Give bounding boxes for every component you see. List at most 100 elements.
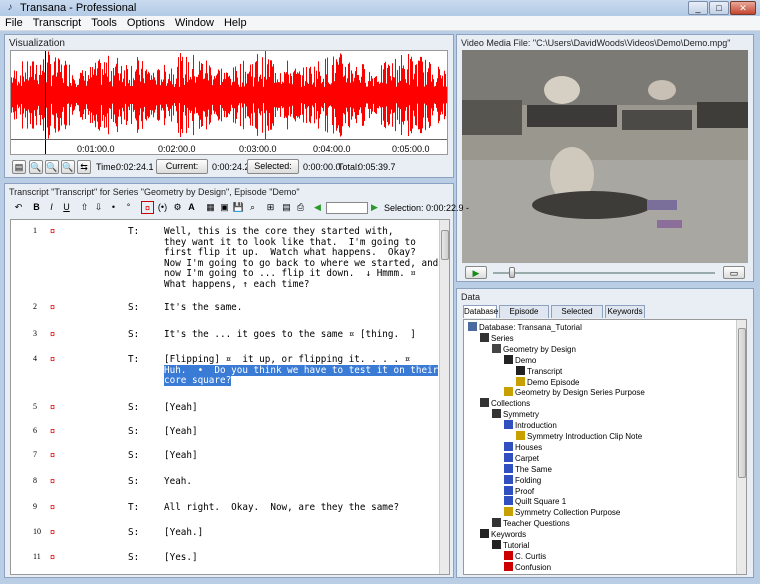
underline-button[interactable]: U	[60, 201, 73, 214]
tree-item[interactable]: Database: Transana_Tutorial	[468, 322, 582, 333]
tree-item[interactable]: Symmetry Collection Purpose	[504, 507, 620, 518]
menu-help[interactable]: Help	[219, 17, 252, 29]
tree-item[interactable]: Symmetry Introduction Clip Note	[516, 431, 642, 442]
menu-file[interactable]: File	[0, 17, 28, 29]
transcript-text-area[interactable]: 1 ¤ T: Well, this is the core they started …	[10, 219, 450, 575]
timecode-marker-icon[interactable]: ¤	[50, 302, 55, 312]
tree-item[interactable]: Keywords	[480, 529, 526, 540]
tree-item-label: Introduction	[515, 421, 557, 431]
tree-item[interactable]: Transcript	[516, 365, 562, 377]
tree-item[interactable]: Teacher Questions	[492, 518, 570, 529]
italic-button[interactable]: I	[45, 201, 58, 214]
play-button[interactable]: ▶	[465, 266, 487, 279]
timecode-marker-icon[interactable]: ¤	[50, 502, 55, 512]
maximize-button[interactable]: □	[709, 1, 729, 15]
tab-selected-items[interactable]: Selected Items	[551, 305, 603, 328]
tree-item[interactable]: Folding	[504, 474, 541, 486]
current-button[interactable]: Current:	[156, 159, 208, 174]
tree-item[interactable]: Quilt Square 1	[504, 496, 566, 507]
zoom-100-icon[interactable]: 🔍	[61, 160, 75, 174]
video-scrubber-handle[interactable]	[509, 267, 515, 278]
transcript-scrollbar[interactable]	[439, 220, 449, 574]
split-icon[interactable]: ▤	[280, 201, 293, 214]
snapshot-icon[interactable]: ⇆	[77, 160, 91, 174]
menu-options[interactable]: Options	[122, 17, 170, 29]
selected-button[interactable]: Selected:	[247, 159, 299, 174]
search-input[interactable]	[326, 202, 368, 214]
line-number: 3	[33, 329, 37, 338]
video-scrubber-track[interactable]	[493, 272, 715, 274]
undo-icon[interactable]: ↶	[12, 201, 25, 214]
selection-readout: Selection: 0:00:22.9 -	[384, 203, 470, 213]
database-icon	[468, 322, 477, 331]
timecode-icon[interactable]: ¤	[141, 201, 154, 214]
tree-item-label: C. Curtis	[515, 551, 547, 561]
tree-item[interactable]: Demo	[504, 354, 536, 366]
zoom-in-icon[interactable]: 🔍	[29, 160, 43, 174]
tree-item[interactable]: Tutorial	[492, 540, 529, 551]
tree-item-label: Database: Transana_Tutorial	[479, 323, 582, 332]
tree-scroll-thumb[interactable]	[738, 328, 746, 478]
waveform-area[interactable]: 0:01:00.0 0:02:00.0 0:03:00.0 0:04:00.0 …	[10, 50, 448, 155]
tree-item[interactable]: Series	[480, 332, 514, 344]
timecode-marker-icon[interactable]: ¤	[50, 552, 55, 562]
zoom-out-icon[interactable]: 🔍	[45, 160, 59, 174]
minimize-button[interactable]: _	[688, 1, 708, 15]
search-back-icon[interactable]: ◀	[311, 201, 324, 214]
tree-item[interactable]: Geometry by Design Series Purpose	[504, 387, 645, 398]
database-tree[interactable]: Database: Transana_Tutorial Series Geometr…	[463, 319, 747, 575]
timecode-marker-icon[interactable]: ¤	[50, 354, 55, 364]
video-frame[interactable]	[462, 50, 748, 263]
tree-item[interactable]: Carpet	[504, 452, 539, 464]
falling-intonation-icon[interactable]: ⇩	[92, 201, 105, 214]
image-icon[interactable]: ▣	[218, 201, 231, 214]
waveform[interactable]	[11, 51, 448, 139]
tree-item[interactable]: C. Curtis	[504, 550, 547, 562]
timecode-marker-icon[interactable]: ¤	[50, 226, 55, 236]
transcript-text: Yeah.	[164, 476, 192, 487]
tree-scrollbar[interactable]	[736, 320, 746, 574]
properties-icon[interactable]: ⊞	[264, 201, 277, 214]
timecode-marker-icon[interactable]: ¤	[50, 426, 55, 436]
tree-item[interactable]: Proof	[504, 485, 534, 497]
tree-item[interactable]: Symmetry	[492, 409, 539, 420]
search-forward-icon[interactable]: ▶	[368, 201, 381, 214]
tree-item[interactable]: Collections	[480, 398, 530, 409]
timecode-marker-icon[interactable]: ¤	[50, 450, 55, 460]
tree-item[interactable]: The Same	[504, 463, 552, 475]
menu-window[interactable]: Window	[170, 17, 219, 29]
transcript-scroll-thumb[interactable]	[441, 230, 449, 260]
tree-item[interactable]: Demo Episode	[516, 376, 579, 388]
close-button[interactable]: ✕	[730, 1, 756, 15]
tree-item[interactable]: Houses	[504, 441, 542, 453]
whisper-icon[interactable]: °	[122, 201, 135, 214]
tab-keywords[interactable]: Keywords	[605, 305, 645, 318]
menu-tools[interactable]: Tools	[86, 17, 122, 29]
note-icon	[504, 387, 513, 397]
pause-icon[interactable]: (•)	[156, 201, 169, 214]
font-icon[interactable]: A	[185, 201, 198, 214]
bold-button[interactable]: B	[30, 201, 43, 214]
timecode-marker-icon[interactable]: ¤	[50, 476, 55, 486]
video-size-button[interactable]: ▭	[723, 266, 745, 279]
tree-item[interactable]: Geometry by Design	[492, 343, 576, 355]
print-icon[interactable]: ⎙	[294, 201, 307, 214]
timecode-marker-icon[interactable]: ¤	[50, 402, 55, 412]
tree-item[interactable]: Confusion	[504, 561, 551, 573]
note-icon	[516, 431, 525, 440]
timecode-marker-icon[interactable]: ¤	[50, 527, 55, 537]
menu-transcript[interactable]: Transcript	[28, 17, 87, 29]
transcript-panel: Transcript "Transcript" for Series "Geom…	[4, 183, 469, 578]
in-breath-icon[interactable]: •	[107, 201, 120, 214]
tab-database[interactable]: Database	[463, 305, 498, 318]
timecode-marker-icon[interactable]: ¤	[50, 329, 55, 339]
total-label: Total:	[338, 162, 360, 172]
edit-mode-icon[interactable]: ▦	[204, 201, 217, 214]
save-icon[interactable]: 💾	[232, 201, 245, 214]
highlight-icon[interactable]: ⚙	[171, 201, 184, 214]
rising-intonation-icon[interactable]: ⇧	[78, 201, 91, 214]
tab-episode-items[interactable]: Episode Items	[499, 305, 549, 328]
find-icon[interactable]: ⌕	[246, 201, 259, 214]
filter-button[interactable]: ▤	[12, 160, 26, 174]
tree-item[interactable]: Introduction	[504, 420, 557, 431]
